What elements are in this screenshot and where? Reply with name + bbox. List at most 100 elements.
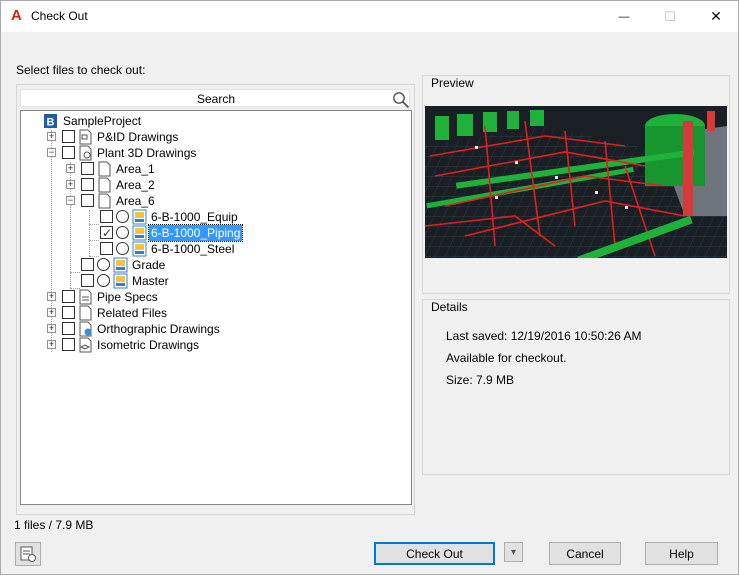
page-icon	[79, 305, 92, 321]
checkbox[interactable]	[81, 194, 94, 207]
expand-plus-icon[interactable]: +	[47, 308, 56, 317]
search-label: Search	[196, 92, 236, 106]
svg-text:B: B	[47, 117, 55, 129]
pipe-specs-icon	[79, 289, 92, 305]
help-button[interactable]: Help	[645, 542, 718, 565]
minimize-button[interactable]: —	[601, 1, 647, 32]
tree-item-label: SampleProject	[63, 114, 142, 128]
log-list-icon	[20, 546, 36, 562]
preview-title: Preview	[430, 76, 475, 90]
tree-item-sampleproject[interactable]: B SampleProject	[21, 113, 401, 129]
check-out-options-dropdown[interactable]: ▾	[504, 542, 523, 562]
check-out-label: Check Out	[406, 546, 463, 561]
tree-item-area-2[interactable]: + Area_2	[21, 177, 401, 193]
project-b-icon: B	[44, 114, 57, 129]
status-radio[interactable]	[97, 258, 110, 271]
plant-model-render	[425, 106, 727, 258]
autocad-logo-icon: A	[11, 7, 22, 24]
minimize-icon: —	[618, 10, 630, 23]
expand-plus-icon[interactable]: +	[66, 164, 75, 173]
checkbox[interactable]	[81, 178, 94, 191]
tree-item-related-files[interactable]: + Related Files	[21, 305, 401, 321]
tree-item-label: 6-B-1000_Steel	[151, 242, 235, 256]
status-radio[interactable]	[116, 242, 129, 255]
page-icon	[98, 161, 111, 177]
checkbox[interactable]	[62, 322, 75, 335]
tree-item-pid-drawings[interactable]: + P&ID Drawings	[21, 129, 401, 145]
tree-item-label: Area_6	[116, 194, 155, 208]
tree-item-label: Plant 3D Drawings	[97, 146, 197, 160]
last-saved-text: Last saved: 12/19/2016 10:50:26 AM	[446, 329, 642, 343]
close-button[interactable]: ✕	[693, 1, 739, 32]
expand-plus-icon[interactable]: +	[47, 292, 56, 301]
checkbox[interactable]	[81, 274, 94, 287]
expand-plus-icon[interactable]: +	[66, 180, 75, 189]
tree-item-orthographic-drawings[interactable]: + Orthographic Drawings	[21, 321, 401, 337]
tree-item-master[interactable]: Master	[21, 273, 401, 289]
status-radio[interactable]	[116, 226, 129, 239]
checkbox[interactable]	[81, 162, 94, 175]
details-title: Details	[430, 300, 469, 314]
preview-panel: Preview	[422, 75, 730, 294]
page-icon	[98, 193, 111, 209]
tree-item-pipe-specs[interactable]: + Pipe Specs	[21, 289, 401, 305]
selection-summary: 1 files / 7.9 MB	[14, 518, 94, 532]
page-icon	[98, 177, 111, 193]
tree-item-6-b-1000-equip[interactable]: 6-B-1000_Equip	[21, 209, 401, 225]
expand-plus-icon[interactable]: +	[47, 132, 56, 141]
drawing-file-icon	[113, 257, 128, 273]
plant-3d-drawings-icon	[79, 145, 92, 161]
tree-item-6-b-1000-piping[interactable]: 6-B-1000_Piping	[21, 224, 401, 242]
expand-plus-icon[interactable]: +	[47, 324, 56, 333]
tree-item-label: Area_2	[116, 178, 155, 192]
tree-item-label: Related Files	[97, 306, 168, 320]
tree-item-plant-3d-drawings[interactable]: − Plant 3D Drawings	[21, 145, 401, 161]
chevron-down-icon: ▾	[510, 546, 517, 558]
tree-item-6-b-1000-steel[interactable]: 6-B-1000_Steel	[21, 241, 401, 257]
details-panel: Details Last saved: 12/19/2016 10:50:26 …	[422, 299, 730, 475]
collapse-minus-icon[interactable]: −	[47, 148, 56, 157]
pid-drawings-icon	[79, 129, 92, 145]
availability-text: Available for checkout.	[446, 351, 567, 365]
checkbox-checked[interactable]	[100, 225, 113, 241]
status-radio[interactable]	[116, 210, 129, 223]
expand-plus-icon[interactable]: +	[47, 340, 56, 349]
checkbox[interactable]	[62, 306, 75, 319]
tree-item-isometric-drawings[interactable]: + Isometric Drawings	[21, 337, 401, 353]
tree-item-area-6[interactable]: − Area_6	[21, 193, 401, 209]
drawing-file-icon	[132, 209, 147, 225]
checkbox[interactable]	[100, 242, 113, 255]
check-out-button[interactable]: Check Out	[374, 542, 495, 565]
checkbox[interactable]	[62, 130, 75, 143]
maximize-icon: ☐	[664, 8, 676, 24]
maximize-button[interactable]: ☐	[647, 1, 693, 32]
collapse-minus-icon[interactable]: −	[66, 196, 75, 205]
checkbox[interactable]	[62, 338, 75, 351]
size-text: Size: 7.9 MB	[446, 373, 515, 387]
tree-item-label: 6-B-1000_Equip	[151, 210, 238, 224]
drawing-file-icon	[132, 225, 147, 241]
tree-item-label: Master	[132, 274, 169, 288]
search-field[interactable]: Search	[20, 89, 410, 109]
check-out-dialog: A Check Out — ☐ ✕ Select files to check …	[0, 0, 739, 575]
checkbox[interactable]	[62, 146, 75, 159]
drawing-file-icon	[132, 241, 147, 257]
title-bar: A Check Out — ☐ ✕	[1, 1, 738, 32]
log-button[interactable]	[15, 542, 41, 566]
checkbox[interactable]	[100, 210, 113, 223]
status-radio[interactable]	[97, 274, 110, 287]
tree-item-label: 6-B-1000_Piping	[147, 224, 244, 242]
help-label: Help	[669, 546, 694, 561]
select-files-label: Select files to check out:	[16, 63, 146, 77]
file-tree[interactable]: B SampleProject + P&ID Drawings − Plant …	[20, 110, 412, 505]
checkbox[interactable]	[62, 290, 75, 303]
orthographic-drawings-icon	[79, 321, 92, 337]
search-icon[interactable]	[392, 91, 410, 109]
tree-item-label: Orthographic Drawings	[97, 322, 220, 336]
tree-item-area-1[interactable]: + Area_1	[21, 161, 401, 177]
tree-item-grade[interactable]: Grade	[21, 257, 401, 273]
isometric-drawings-icon	[79, 337, 92, 353]
checkbox[interactable]	[81, 258, 94, 271]
tree-item-label: P&ID Drawings	[97, 130, 179, 144]
cancel-button[interactable]: Cancel	[549, 542, 621, 565]
